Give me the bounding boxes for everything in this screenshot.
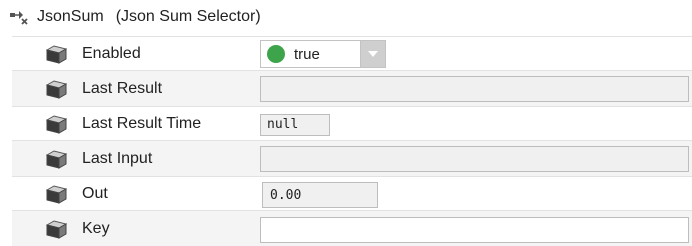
property-label: Key <box>82 220 110 237</box>
key-input[interactable] <box>260 217 689 243</box>
enabled-dropdown[interactable]: true <box>260 40 386 68</box>
last-result-field <box>260 76 689 102</box>
property-icon <box>46 150 67 169</box>
last-input-field <box>260 146 689 172</box>
last-result-time-value: null <box>267 117 299 132</box>
property-icon <box>46 220 67 239</box>
property-label: Enabled <box>82 45 141 62</box>
out-field: 0.00 <box>262 182 378 208</box>
property-row-enabled: Enabled true <box>12 36 692 70</box>
status-dot-icon <box>267 45 285 63</box>
property-icon <box>46 45 67 64</box>
property-label: Last Input <box>82 150 153 167</box>
property-row-last-result: Last Result <box>12 70 692 106</box>
enabled-value: true <box>294 46 320 63</box>
property-label: Last Result Time <box>82 115 202 132</box>
property-row-last-result-time: Last Result Time null <box>12 106 692 140</box>
component-name: JsonSum <box>37 8 104 25</box>
last-result-time-field: null <box>260 114 330 136</box>
property-icon <box>46 80 67 99</box>
property-icon <box>46 185 67 204</box>
chevron-down-icon <box>368 51 378 57</box>
property-label: Last Result <box>82 80 163 97</box>
property-row-out: Out 0.00 <box>12 176 692 210</box>
property-row-last-input: Last Input <box>12 140 692 176</box>
dropdown-arrow-button[interactable] <box>360 41 385 67</box>
component-header: JsonSum (Json Sum Selector) <box>0 0 692 36</box>
component-link-icon <box>10 11 28 25</box>
property-icon <box>46 115 67 134</box>
out-value: 0.00 <box>270 188 302 203</box>
property-label: Out <box>82 185 108 202</box>
component-title: JsonSum (Json Sum Selector) <box>37 8 261 26</box>
property-row-key: Key <box>12 210 692 246</box>
component-type: (Json Sum Selector) <box>115 8 261 25</box>
